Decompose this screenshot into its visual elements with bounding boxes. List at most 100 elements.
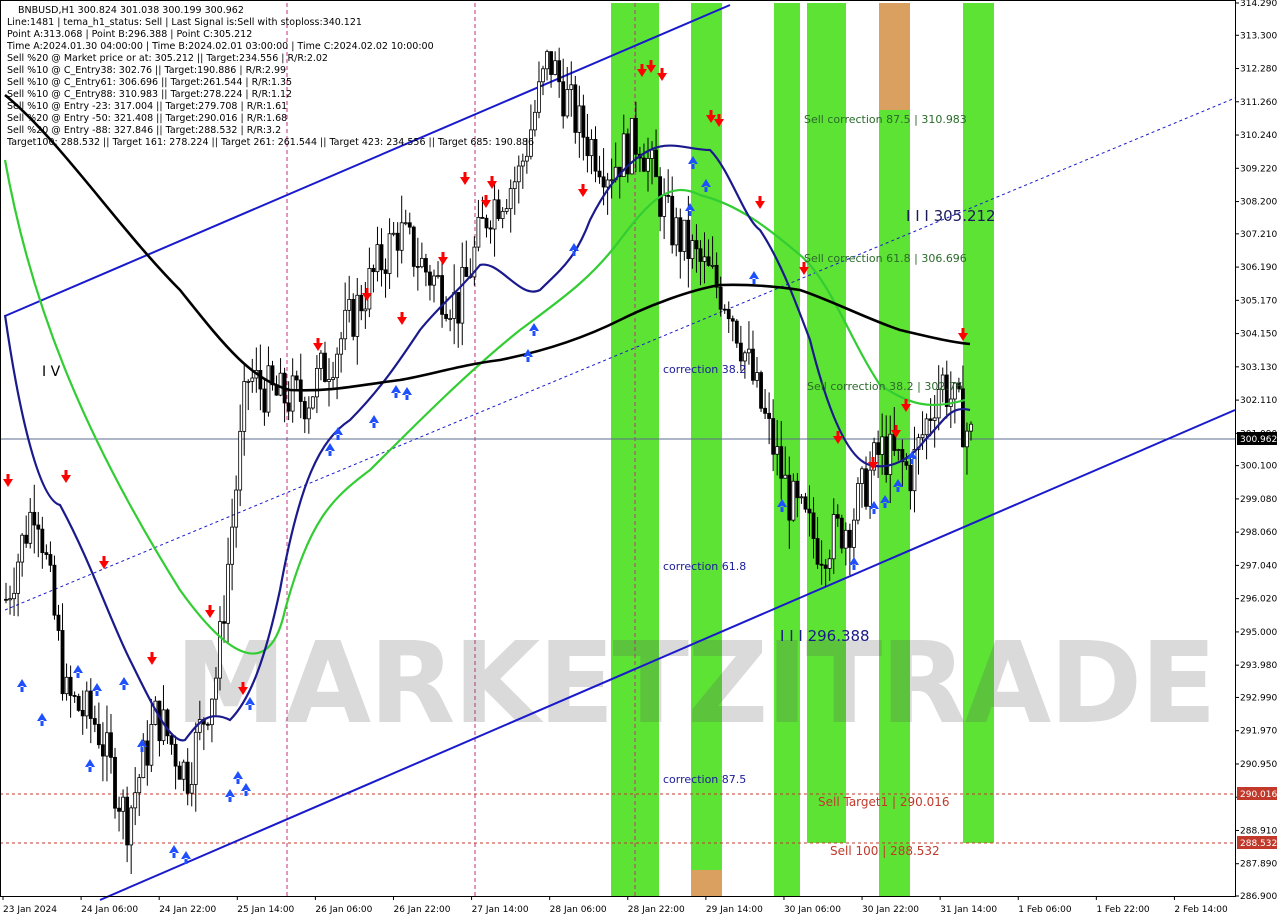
candle-body: [815, 538, 820, 565]
candle-body: [290, 375, 295, 412]
price-tick-label: 314.290: [1240, 0, 1277, 9]
candle-body: [121, 796, 125, 812]
price-tick-label: 291.970: [1240, 727, 1277, 737]
candle-body: [327, 379, 331, 382]
candle-body: [597, 170, 602, 178]
candle-body: [129, 807, 134, 846]
candle-body: [36, 524, 41, 530]
price-tick-label: 290.950: [1240, 760, 1277, 770]
price-tick-label: 310.240: [1240, 131, 1277, 141]
price-tick-label: 306.190: [1240, 263, 1277, 273]
candle-body: [609, 179, 614, 182]
candle-body: [96, 723, 101, 746]
time-tick-label: 28 Jan 22:00: [628, 905, 685, 915]
candle-body: [56, 614, 61, 631]
candle-body: [347, 298, 352, 311]
candle-body: [928, 418, 933, 421]
candle-body: [395, 232, 400, 251]
candle-body: [504, 208, 509, 212]
candle-body: [109, 732, 113, 758]
candle-body: [545, 51, 549, 70]
candle-body: [60, 630, 65, 695]
candle-body: [593, 139, 598, 172]
candle-body: [670, 195, 675, 246]
candle-body: [589, 139, 594, 157]
time-tick-label: 2 Feb 14:00: [1174, 905, 1228, 915]
candle-body: [226, 563, 230, 624]
candle-body: [516, 165, 521, 183]
candle-body: [674, 217, 679, 246]
candle-body: [448, 318, 453, 320]
info-line: Point A:313.068 | Point B:296.388 | Poin…: [7, 29, 252, 40]
candle-body: [444, 313, 449, 319]
candle-body: [605, 179, 610, 188]
candle-body: [678, 217, 683, 252]
candle-body: [557, 60, 562, 83]
candle-body: [734, 320, 739, 344]
candle-body: [819, 563, 824, 566]
price-tick-label: 300.100: [1240, 462, 1277, 472]
candle-body: [876, 442, 881, 455]
candle-body: [924, 418, 929, 436]
candle-body: [884, 436, 889, 476]
candle-body: [52, 564, 57, 616]
info-line: Sell %10 @ Entry -23: 317.004 || Target:…: [7, 101, 287, 112]
candle-body: [847, 529, 852, 548]
candle-body: [714, 264, 719, 288]
candle-body: [843, 529, 848, 549]
candle-body: [747, 348, 751, 354]
candle-body: [294, 375, 299, 381]
candle-body: [460, 266, 465, 324]
candle-body: [565, 89, 570, 117]
time-tick-label: 31 Jan 14:00: [940, 905, 997, 915]
candle-body: [496, 199, 501, 219]
price-tick-label: 311.260: [1240, 98, 1277, 108]
price-tick-label: 304.150: [1240, 330, 1277, 340]
time-tick-label: 24 Jan 22:00: [159, 905, 216, 915]
candle-body: [137, 777, 142, 794]
candle-body: [839, 517, 844, 549]
candle-body: [541, 68, 545, 83]
candle-body: [258, 370, 263, 390]
candle-body: [629, 117, 634, 175]
candle-body: [343, 309, 348, 340]
info-line: Sell %10 @ C_Entry61: 306.696 || Target:…: [7, 77, 292, 88]
candle-body: [577, 105, 582, 133]
candle-body: [702, 256, 707, 262]
info-line: BNBUSD,H1 300.824 301.038 300.199 300.96…: [18, 5, 244, 16]
candle-body: [827, 558, 832, 569]
candle-body: [512, 181, 517, 190]
candle-body: [185, 761, 190, 794]
candle-body: [520, 160, 525, 167]
candle-body: [32, 511, 37, 526]
candle-body: [775, 446, 780, 455]
candle-body: [492, 199, 497, 230]
candle-body: [932, 417, 937, 421]
candle-body: [742, 352, 747, 362]
candle-body: [230, 526, 235, 565]
price-tick-label: 297.040: [1240, 561, 1277, 571]
candle-body: [759, 372, 763, 409]
price-tick-label: 299.080: [1240, 495, 1277, 505]
candle-body: [779, 446, 784, 479]
candle-body: [331, 377, 335, 380]
candle-body: [181, 761, 186, 780]
candle-body: [763, 407, 767, 414]
candle-body: [262, 388, 267, 413]
time-tick-label: 25 Jan 14:00: [237, 905, 294, 915]
candle-body: [908, 464, 913, 492]
candle-body: [787, 474, 792, 521]
price-chart[interactable]: MARKETZITRADE I I I 305.212 I I I 296.38…: [0, 0, 1280, 920]
candle-body: [573, 84, 578, 133]
candle-body: [189, 784, 194, 794]
candle-body: [799, 496, 804, 499]
candle-body: [783, 474, 788, 479]
sell100-price-value: 288.532: [1240, 839, 1277, 849]
price-tick-label: 288.910: [1240, 826, 1277, 836]
candle-body: [363, 308, 368, 312]
target1-price-value: 290.016: [1240, 790, 1277, 800]
wave-label: I V: [42, 364, 61, 380]
price-tick-label: 287.890: [1240, 860, 1277, 870]
candle-body: [650, 149, 654, 159]
candle-body: [533, 111, 537, 131]
